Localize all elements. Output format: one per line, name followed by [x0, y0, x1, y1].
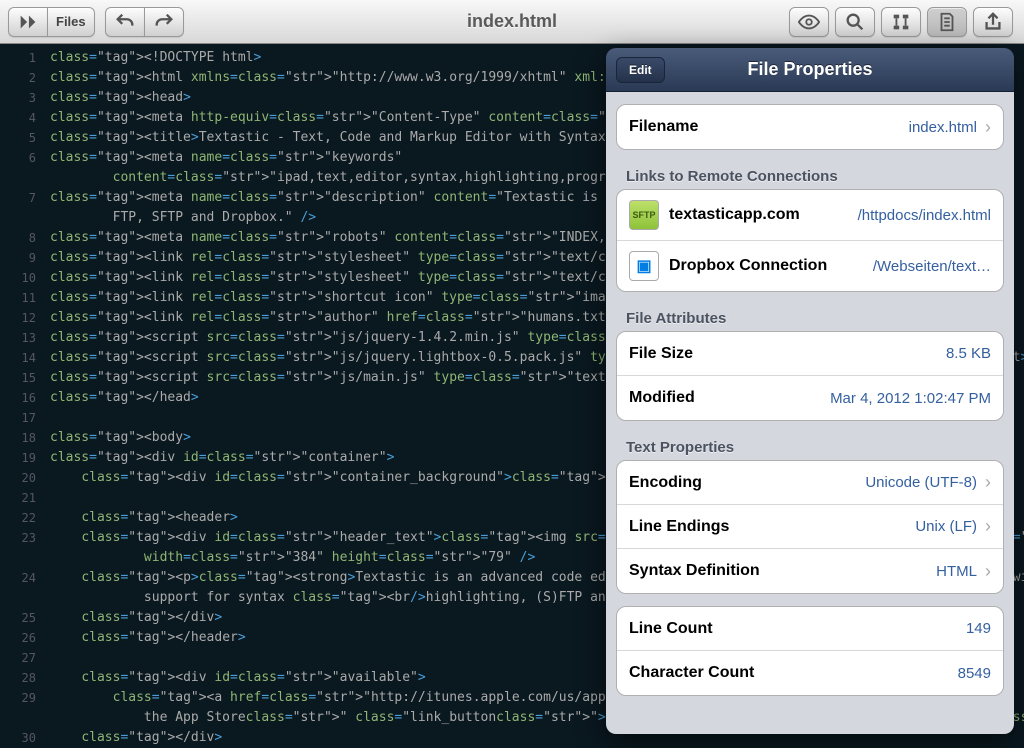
files-button[interactable]: Files [47, 7, 95, 37]
forward-skip-button[interactable] [8, 7, 47, 37]
property-label: File Size [629, 345, 693, 363]
connection-name: textasticapp.com [669, 206, 800, 224]
property-row: Character Count 8549 [617, 651, 1003, 695]
remote-connections-header: Links to Remote Connections [616, 162, 1004, 189]
property-label: Line Count [629, 620, 713, 638]
redo-button[interactable] [144, 7, 184, 37]
property-row: File Size 8.5 KB [617, 332, 1003, 376]
property-value: 8.5 KB [946, 345, 991, 362]
search-icon [844, 11, 866, 33]
popover-header: Edit File Properties [606, 48, 1014, 92]
text-properties-header: Text Properties [616, 433, 1004, 460]
toolbar: Files index.html [0, 0, 1024, 44]
property-row[interactable]: Line Endings Unix (LF) › [617, 505, 1003, 549]
property-row[interactable]: Encoding Unicode (UTF-8) › [617, 461, 1003, 505]
property-value: Unicode (UTF-8) [865, 474, 977, 491]
remote-connection-row[interactable]: ▣ Dropbox Connection/Webseiten/text… [617, 241, 1003, 291]
property-label: Modified [629, 389, 695, 407]
file-attributes-header: File Attributes [616, 304, 1004, 331]
nav-segment: Files [8, 7, 95, 37]
property-row[interactable]: Syntax Definition HTML › [617, 549, 1003, 593]
property-value: Mar 4, 2012 1:02:47 PM [830, 390, 991, 407]
connection-name: Dropbox Connection [669, 257, 827, 275]
chevron-right-icon: › [985, 561, 991, 582]
line-gutter: 1234567891011121314151617181920212223242… [0, 44, 42, 748]
property-label: Character Count [629, 664, 754, 682]
share-button[interactable] [973, 7, 1013, 37]
document-icon [936, 11, 958, 33]
filename-label: Filename [629, 118, 698, 136]
property-value: 149 [966, 620, 991, 637]
edit-button[interactable]: Edit [616, 57, 665, 83]
fast-forward-icon [17, 11, 39, 33]
preview-button[interactable] [789, 7, 829, 37]
file-properties-popover: Edit File Properties Filename index.html… [606, 48, 1014, 734]
property-value: HTML [936, 563, 977, 580]
property-value: 8549 [958, 665, 991, 682]
undo-button[interactable] [105, 7, 144, 37]
eye-icon [798, 11, 820, 33]
sftp-icon: SFTP [629, 200, 659, 230]
filename-row[interactable]: Filename index.html › [617, 105, 1003, 149]
properties-button[interactable] [927, 7, 967, 37]
symbols-button[interactable] [881, 7, 921, 37]
connection-path: /httpdocs/index.html [850, 207, 991, 224]
popover-title: File Properties [606, 59, 1014, 80]
dropbox-icon: ▣ [629, 251, 659, 281]
connection-path: /Webseiten/text… [865, 258, 991, 275]
filename-value: index.html [909, 119, 977, 136]
chevron-right-icon: › [985, 516, 991, 537]
property-label: Line Endings [629, 518, 729, 536]
redo-icon [153, 11, 175, 33]
search-button[interactable] [835, 7, 875, 37]
share-icon [982, 11, 1004, 33]
property-label: Encoding [629, 474, 702, 492]
undo-redo-segment [105, 7, 184, 37]
chevron-right-icon: › [985, 117, 991, 138]
property-row: Modified Mar 4, 2012 1:02:47 PM [617, 376, 1003, 420]
property-row: Line Count 149 [617, 607, 1003, 651]
symbols-icon [890, 11, 912, 33]
property-label: Syntax Definition [629, 562, 760, 580]
property-value: Unix (LF) [915, 518, 977, 535]
remote-connection-row[interactable]: SFTP textasticapp.com/httpdocs/index.html [617, 190, 1003, 241]
undo-icon [114, 11, 136, 33]
popover-body[interactable]: Filename index.html › Links to Remote Co… [606, 92, 1014, 734]
chevron-right-icon: › [985, 472, 991, 493]
